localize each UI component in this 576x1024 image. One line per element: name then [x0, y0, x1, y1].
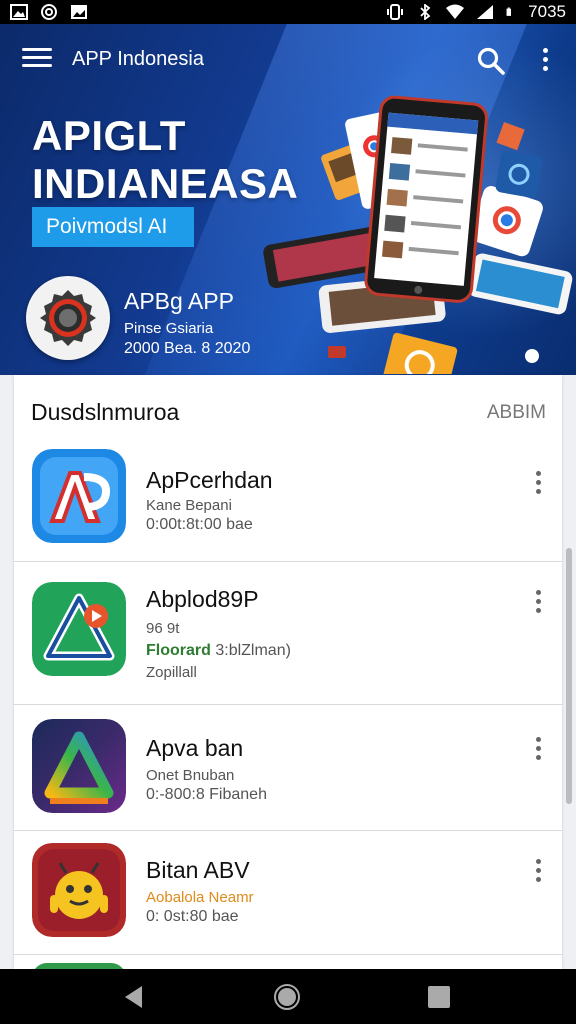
app-category-detail: 3:blZlman): [215, 642, 291, 659]
app-meta: 0:-800:8 Fibaneh: [146, 786, 267, 803]
menu-icon[interactable]: [22, 48, 52, 72]
battery-icon: [506, 7, 512, 16]
search-icon[interactable]: [476, 46, 506, 76]
floating-card-blue: [495, 150, 543, 198]
app-meta: Zopillall: [146, 664, 197, 681]
app-title: APP Indonesia: [72, 48, 204, 70]
image-icon: [10, 4, 28, 20]
app-list-item-partial[interactable]: [14, 954, 562, 969]
featured-app-logo[interactable]: [26, 276, 110, 360]
section-action-link[interactable]: ABBIM: [487, 402, 546, 424]
app-logo-green: [32, 582, 126, 676]
phone-lying-right: [468, 253, 573, 315]
back-icon[interactable]: [120, 983, 150, 1011]
scrollbar[interactable]: [566, 548, 572, 804]
phone-main: [364, 95, 488, 303]
featured-app-subtitle: Pinse Gsiaria: [124, 320, 214, 337]
hero-cta-button[interactable]: Poivmodsl AI: [32, 207, 194, 247]
app-list-item[interactable]: Bitan ABV Aobalola Neamr 0: 0st:80 bae: [14, 830, 562, 954]
hero-headline: APIGLT INDIANEASA: [32, 112, 298, 208]
phones-illustration: [263, 95, 573, 374]
navigation-bar: [0, 969, 576, 1024]
white-dot: [525, 349, 539, 363]
more-vert-icon[interactable]: [532, 859, 544, 885]
featured-app-name: APBg APP: [124, 288, 234, 314]
app-list-card: Dusdslnmuroa ABBIM ApPcerhdan Kane Bepan…: [14, 375, 562, 969]
app-developer: Aobalola Neamr: [146, 889, 254, 906]
floating-card-orange-bottom: [382, 332, 458, 374]
red-chip: [328, 346, 346, 358]
app-name: Abplod89P: [146, 586, 259, 612]
gallery-icon: [71, 5, 87, 19]
app-name: Bitan ABV: [146, 857, 250, 883]
notification-icon: [41, 4, 57, 20]
status-left-icons: [10, 4, 88, 20]
hero-headline-line1: APIGLT: [32, 112, 186, 159]
signal-icon: [477, 5, 494, 19]
screen: 7035 APP Indonesia APIGLT INDIANEASA Poi…: [0, 0, 576, 1024]
more-vert-icon[interactable]: [538, 48, 552, 76]
hero-headline-line2: INDIANEASA: [32, 160, 299, 207]
status-time: 7035: [528, 2, 566, 21]
wifi-icon: [446, 4, 465, 19]
app-logo-blue: [32, 449, 126, 543]
more-vert-icon[interactable]: [532, 590, 544, 616]
app-name: Apva ban: [146, 735, 244, 761]
status-bar: 7035: [0, 0, 576, 24]
app-name: ApPcerhdan: [146, 467, 273, 493]
floating-card-small: [496, 122, 525, 151]
app-list-item[interactable]: ApPcerhdan Kane Bepani 0:00t:8t:00 bae: [14, 441, 562, 561]
app-category: Floorard 3:blZlman): [146, 642, 291, 660]
app-bar: APP Indonesia: [0, 24, 576, 96]
app-developer: Kane Bepani: [146, 497, 232, 514]
app-list-item[interactable]: Abplod89P 96 9t Floorard 3:blZlman) Zopi…: [14, 561, 562, 704]
app-logo-robot: [32, 843, 126, 937]
app-meta: 0: 0st:80 bae: [146, 908, 239, 925]
featured-app-date: 2000 Bea. 8 2020: [124, 340, 251, 357]
recents-icon[interactable]: [424, 983, 454, 1011]
status-right-icons: 7035: [386, 2, 566, 22]
bluetooth-icon: [420, 4, 431, 20]
section-header: Dusdslnmuroa ABBIM: [14, 375, 562, 441]
more-vert-icon[interactable]: [532, 471, 544, 497]
app-logo-gradient: [32, 719, 126, 813]
app-meta: 0:00t:8t:00 bae: [146, 516, 253, 533]
vibrate-icon: [387, 4, 404, 20]
app-developer: Onet Bnuban: [146, 767, 235, 784]
home-icon[interactable]: [272, 983, 302, 1011]
app-rating: 96 9t: [146, 620, 180, 637]
app-list-item[interactable]: Apva ban Onet Bnuban 0:-800:8 Fibaneh: [14, 704, 562, 830]
section-title: Dusdslnmuroa: [31, 399, 180, 425]
hero-banner: APP Indonesia APIGLT INDIANEASA Poivmods…: [0, 24, 576, 375]
more-vert-icon[interactable]: [532, 737, 544, 763]
app-category-strong: Floorard: [146, 642, 211, 659]
